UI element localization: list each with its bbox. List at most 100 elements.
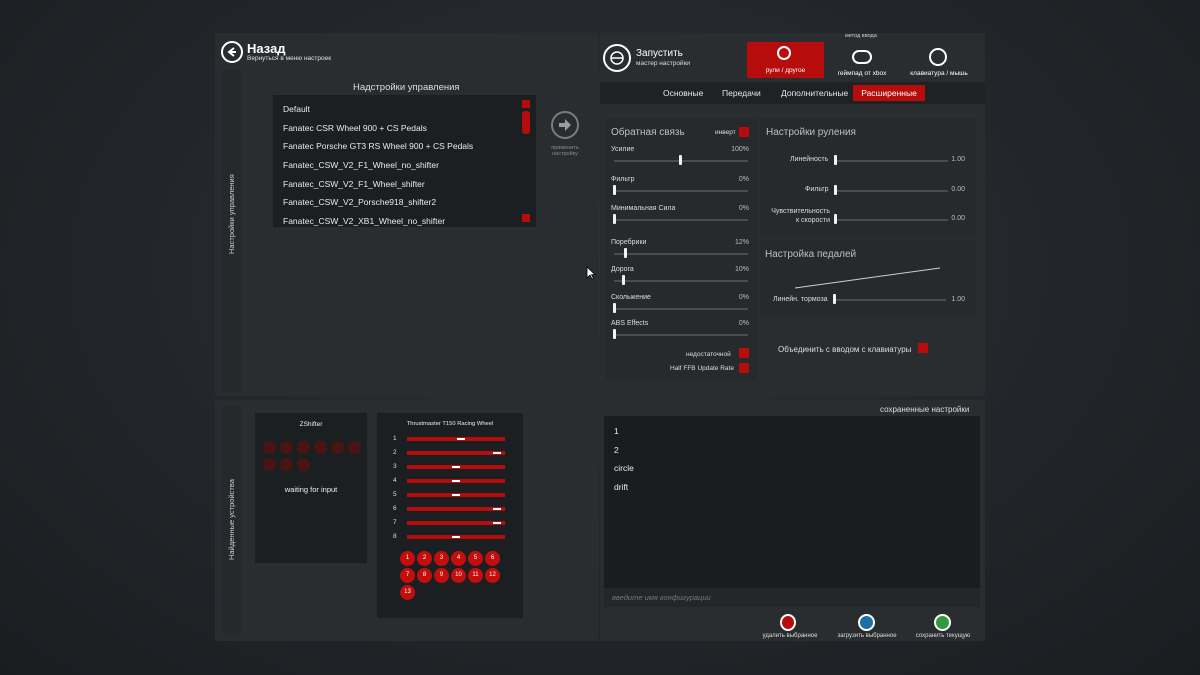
- ffb-slider-value: 0%: [738, 294, 749, 301]
- zshifter-card: ZShifter waiting for input: [255, 413, 367, 563]
- steering-linearity-value: 1.00: [951, 156, 965, 163]
- steering-filter-thumb[interactable]: [834, 185, 837, 195]
- axis-bar: [407, 493, 505, 497]
- scroll-up-button[interactable]: [522, 100, 530, 108]
- ffb-slider-track[interactable]: [614, 280, 748, 282]
- back-title[interactable]: Назад: [247, 41, 286, 56]
- steering-speed-sensitivity-thumb[interactable]: [834, 214, 837, 224]
- apply-preset-button[interactable]: [551, 111, 579, 139]
- tab-advanced-label: Расширенные: [861, 88, 917, 98]
- back-icon[interactable]: [221, 41, 243, 63]
- axis-number: 3: [393, 463, 397, 470]
- saved-title: сохраненные настройки: [880, 405, 970, 414]
- zshifter-gear-dot: [280, 441, 293, 454]
- input-method-gamepad-label: геймпад от xbox: [837, 70, 887, 77]
- wheel-button-indicator: 4: [451, 551, 466, 566]
- combine-keyboard-checkbox[interactable]: [918, 343, 928, 353]
- axis-bar: [407, 535, 505, 539]
- axis-bar: [407, 451, 505, 455]
- combine-keyboard-label: Объединить с вводом с клавиатуры: [778, 345, 912, 354]
- understeer-checkbox[interactable]: [739, 348, 749, 358]
- load-selected-button[interactable]: загрузить выбранное: [832, 612, 902, 642]
- preset-item[interactable]: Default: [283, 104, 310, 114]
- saved-item[interactable]: drift: [614, 482, 628, 492]
- axis-bar: [407, 521, 505, 525]
- wheel-button-indicator: 8: [417, 568, 432, 583]
- keyboard-mouse-icon: [929, 48, 947, 66]
- preset-item[interactable]: Fanatec_CSW_V2_Porsche918_shifter2: [283, 197, 436, 207]
- preset-item[interactable]: Fanatec_CSW_V2_F1_Wheel_shifter: [283, 179, 425, 189]
- input-method-label: метод ввода: [845, 33, 877, 39]
- axis-number: 8: [393, 533, 397, 540]
- axis-marker: [492, 452, 501, 454]
- input-method-wheel[interactable]: рули / другое: [747, 42, 824, 78]
- steering-title: Настройки руления: [766, 127, 856, 138]
- ffb-slider-thumb[interactable]: [613, 185, 616, 195]
- steering-wheel-icon: [777, 46, 791, 60]
- ffb-slider-value: 0%: [738, 205, 749, 212]
- wheel-button-indicator: 7: [400, 568, 415, 583]
- tab-basic[interactable]: Основные: [663, 88, 703, 98]
- scrollbar-thumb[interactable]: [522, 111, 530, 134]
- wheel-button-indicator: 3: [434, 551, 449, 566]
- input-method-keyboard[interactable]: клавиатура / мышь: [900, 42, 978, 78]
- presets-list[interactable]: Default Fanatec CSR Wheel 900 + CS Pedal…: [273, 95, 536, 227]
- tab-gears[interactable]: Передачи: [722, 88, 761, 98]
- preset-item[interactable]: Fanatec CSR Wheel 900 + CS Pedals: [283, 123, 427, 133]
- axis-number: 6: [393, 505, 397, 512]
- saved-item[interactable]: 1: [614, 426, 619, 436]
- half-rate-checkbox[interactable]: [739, 363, 749, 373]
- save-current-label: сохранить текущую: [915, 633, 971, 639]
- launch-title[interactable]: Запустить: [636, 48, 683, 59]
- tab-additional[interactable]: Дополнительные: [781, 88, 848, 98]
- saved-item[interactable]: circle: [614, 463, 634, 473]
- zshifter-gear-dot: [297, 458, 310, 471]
- saved-item[interactable]: 2: [614, 445, 619, 455]
- steering-linearity-thumb[interactable]: [834, 155, 837, 165]
- axis-marker: [492, 508, 501, 510]
- wheel-button-indicator: 2: [417, 551, 432, 566]
- zshifter-gear-dot: [263, 441, 276, 454]
- wheel-button-indicator: 9: [434, 568, 449, 583]
- zshifter-status: waiting for input: [284, 485, 338, 494]
- ffb-slider-thumb[interactable]: [679, 155, 682, 165]
- tab-advanced[interactable]: Расширенные: [853, 85, 925, 101]
- ffb-slider-track[interactable]: [614, 334, 748, 336]
- wheel-button-indicator: 12: [485, 568, 500, 583]
- axis-marker: [452, 536, 460, 538]
- input-method-wheel-label: рули / другое: [765, 67, 806, 74]
- input-method-gamepad[interactable]: геймпад от xbox: [826, 42, 898, 78]
- axis-marker: [452, 480, 460, 482]
- ffb-slider-thumb[interactable]: [623, 248, 627, 258]
- zshifter-gear-dot: [348, 441, 361, 454]
- axis-number: 2: [393, 449, 397, 456]
- apply-preset-label: применить настройку: [551, 145, 579, 157]
- preset-item[interactable]: Fanatec Porsche GT3 RS Wheel 900 + CS Pe…: [283, 141, 473, 151]
- wheel-card: Thrustmaster T150 Racing Wheel 12345678 …: [377, 413, 523, 618]
- invert-checkbox[interactable]: [739, 127, 749, 137]
- ffb-slider-track[interactable]: [614, 308, 748, 310]
- scroll-down-button[interactable]: [522, 214, 530, 222]
- ffb-slider-thumb[interactable]: [613, 214, 616, 224]
- delete-icon: [780, 614, 796, 631]
- saved-list[interactable]: 1 2 circle drift: [604, 416, 980, 588]
- brake-linearity-thumb[interactable]: [833, 294, 836, 304]
- ffb-slider-thumb[interactable]: [613, 329, 616, 339]
- ffb-slider-track[interactable]: [614, 190, 748, 192]
- zshifter-title: ZShifter: [299, 421, 323, 428]
- ffb-slider-thumb[interactable]: [622, 275, 626, 285]
- wheel-title: Thrustmaster T150 Racing Wheel: [406, 421, 494, 427]
- delete-selected-button[interactable]: удалить выбранное: [755, 612, 825, 642]
- ffb-title: Обратная связь: [611, 127, 685, 138]
- half-rate-label: Half FFB Update Rate: [670, 365, 734, 372]
- wizard-icon[interactable]: [603, 44, 631, 72]
- ffb-slider-track[interactable]: [614, 253, 748, 255]
- preset-item[interactable]: Fanatec_CSW_V2_XB1_Wheel_no_shifter: [283, 216, 445, 226]
- config-name-input[interactable]: введите имя конфигурации: [604, 588, 980, 607]
- axis-bar: [407, 437, 505, 441]
- axis-number: 4: [393, 477, 397, 484]
- preset-item[interactable]: Fanatec_CSW_V2_F1_Wheel_no_shifter: [283, 160, 439, 170]
- ffb-slider-track[interactable]: [614, 219, 748, 221]
- ffb-slider-thumb[interactable]: [613, 303, 616, 313]
- save-current-button[interactable]: сохранить текущую: [908, 612, 978, 642]
